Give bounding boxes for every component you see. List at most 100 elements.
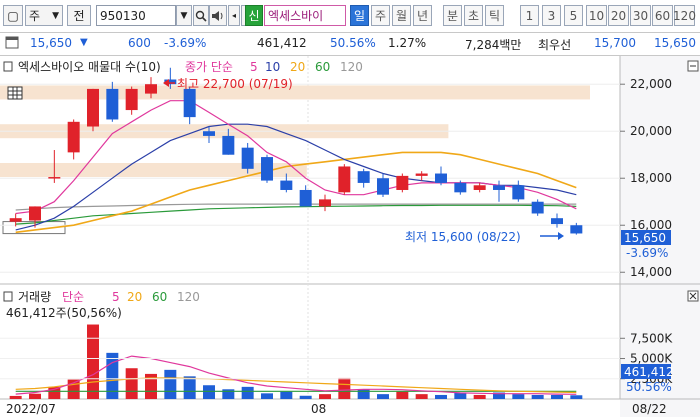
volume-bar bbox=[106, 352, 119, 399]
candle-body bbox=[183, 88, 196, 118]
best-ask-label: 최우선 bbox=[538, 38, 572, 52]
tab-interval-10[interactable]: 10 bbox=[586, 5, 607, 26]
candle-body bbox=[299, 189, 312, 207]
candle-body bbox=[280, 180, 293, 190]
x-axis-label-start: 2022/07 bbox=[6, 402, 56, 416]
current-price: 15,650 bbox=[30, 36, 72, 50]
chart-area[interactable]: 22,000 20,000 18,000 16,000 14,000 7,500K 5,0… bbox=[0, 56, 700, 417]
table-icon[interactable] bbox=[7, 86, 23, 100]
tab-period-일[interactable]: 일 bbox=[350, 5, 369, 26]
volume-ma60-legend: 60 bbox=[152, 290, 167, 304]
candle-body bbox=[435, 173, 447, 183]
turnover-rate: 1.27% bbox=[388, 36, 427, 50]
candle-body bbox=[570, 225, 583, 234]
candle-body bbox=[145, 84, 157, 94]
tab-minute-틱[interactable]: 틱 bbox=[485, 5, 504, 26]
candle-body bbox=[415, 173, 428, 176]
expand-icon[interactable] bbox=[687, 60, 699, 72]
candle-body bbox=[48, 177, 61, 179]
candle-body bbox=[357, 171, 370, 183]
panel-collapse-icon[interactable] bbox=[3, 61, 13, 72]
price-bar: 15,650 ▼ 600 -3.69% 461,412 50.56% 1.27%… bbox=[0, 33, 700, 56]
price-change: 600 bbox=[128, 36, 151, 50]
volume-bar bbox=[241, 386, 254, 399]
calendar-icon[interactable] bbox=[5, 35, 19, 52]
search-icon[interactable] bbox=[193, 5, 209, 26]
code-dropdown-icon[interactable]: ▼ bbox=[176, 5, 192, 26]
current-pct-tag-text: -3.69% bbox=[626, 246, 668, 260]
ma-label: 종가 단순 bbox=[185, 60, 233, 74]
stock-chart[interactable]: 22,00020,00018,00016,00014,000 7,500K5,0… bbox=[0, 56, 700, 417]
tab-interval-5[interactable]: 5 bbox=[564, 5, 583, 26]
volume-bar bbox=[280, 391, 293, 399]
window-menu-icon[interactable]: ▢ bbox=[3, 5, 23, 26]
stock-name-field[interactable]: 엑세스바이 bbox=[264, 5, 346, 26]
candle-body bbox=[203, 131, 215, 136]
high-annotation: 최고 22,700 (07/19) bbox=[163, 77, 293, 91]
volume-bar bbox=[87, 324, 99, 399]
jeon-button[interactable]: 전 bbox=[67, 5, 91, 26]
tab-interval-1[interactable]: 1 bbox=[520, 5, 539, 26]
volume-bar bbox=[338, 377, 351, 399]
chevron-down-icon: ▼ bbox=[52, 10, 59, 21]
x-axis-label-end: 08/22 bbox=[632, 402, 667, 416]
stock-code-input[interactable]: 950130 bbox=[96, 5, 176, 26]
volume-bar bbox=[570, 395, 583, 399]
volume-ma20-legend: 20 bbox=[127, 290, 142, 304]
chart-period-value: 주 bbox=[29, 9, 41, 23]
volume-bar bbox=[261, 393, 273, 399]
price-change-pct: -3.69% bbox=[164, 36, 207, 50]
candle-body bbox=[29, 206, 41, 221]
volume-bar bbox=[377, 394, 389, 399]
volume-ma5-legend: 5 bbox=[112, 290, 120, 304]
candle-body bbox=[493, 185, 505, 190]
tab-interval-30[interactable]: 30 bbox=[630, 5, 651, 26]
tab-minute-초[interactable]: 초 bbox=[464, 5, 483, 26]
volume-bar bbox=[9, 395, 22, 399]
prev-stock-icon[interactable]: ◂ bbox=[228, 5, 240, 26]
volume-info: 461,412주(50,56%) bbox=[6, 306, 122, 320]
low-annotation-text: 최저 15,600 (08/22) bbox=[405, 230, 521, 244]
candle-body bbox=[261, 157, 273, 181]
tab-period-주[interactable]: 주 bbox=[371, 5, 390, 26]
candle-body bbox=[396, 175, 409, 190]
tab-interval-3[interactable]: 3 bbox=[542, 5, 561, 26]
best-bid-price: 15,650 bbox=[654, 36, 696, 50]
candle-body bbox=[319, 199, 331, 207]
chart-period-select[interactable]: 주 ▼ bbox=[25, 5, 63, 26]
candle-body bbox=[551, 218, 563, 225]
candle-body bbox=[512, 185, 525, 200]
volume-panel-collapse-icon[interactable] bbox=[3, 291, 13, 302]
best-ask-price: 15,700 bbox=[594, 36, 636, 50]
tab-period-년[interactable]: 년 bbox=[413, 5, 432, 26]
current-volume-pct-text: 50.56% bbox=[626, 380, 672, 394]
candle-body bbox=[222, 135, 235, 155]
price-panel-title: 엑세스바이오 매물대 수(10) bbox=[18, 60, 161, 74]
volume-tick-label: 5,000K bbox=[630, 352, 673, 366]
volume-bar bbox=[299, 395, 312, 399]
close-icon[interactable] bbox=[687, 290, 699, 302]
candle-body bbox=[67, 121, 80, 153]
volume-bar bbox=[396, 391, 409, 399]
ma20-legend: 20 bbox=[290, 60, 305, 74]
tab-interval-60[interactable]: 60 bbox=[652, 5, 673, 26]
volume-ratio: 50.56% bbox=[330, 36, 376, 50]
ma60-legend: 60 bbox=[315, 60, 330, 74]
tab-interval-20[interactable]: 20 bbox=[608, 5, 629, 26]
current-price-tag-text: 15,650 bbox=[624, 231, 666, 245]
toolbar: ▢ 주▼ 전 950130 ▼ ◂ ▸ 신 엑세스바이 일주월년 분초틱 135… bbox=[0, 0, 700, 33]
tab-period-월[interactable]: 월 bbox=[392, 5, 411, 26]
speaker-icon[interactable] bbox=[209, 5, 227, 26]
tab-minute-분[interactable]: 분 bbox=[443, 5, 462, 26]
candle-body bbox=[125, 88, 138, 111]
volume-bar bbox=[415, 394, 428, 399]
trade-amount: 7,284백만 bbox=[465, 38, 522, 52]
current-volume-tag-text: 461,412 bbox=[624, 365, 674, 379]
candle-body bbox=[531, 201, 544, 214]
volume-bar bbox=[125, 368, 138, 399]
volume-bar bbox=[435, 394, 447, 399]
volume-profile-bar bbox=[0, 163, 307, 177]
volume-bar bbox=[512, 394, 525, 399]
candle-body bbox=[377, 178, 389, 195]
tab-interval-120[interactable]: 120 bbox=[673, 5, 696, 26]
